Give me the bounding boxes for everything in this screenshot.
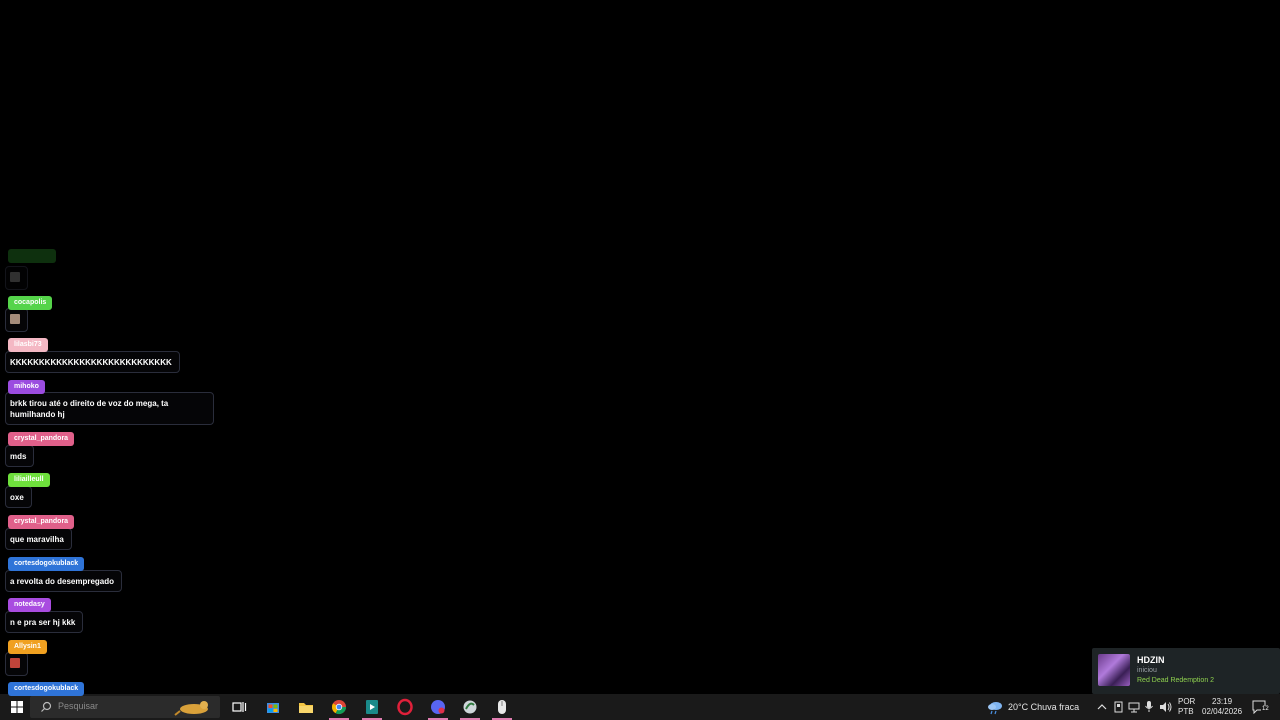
chrome-icon[interactable] <box>330 698 348 716</box>
chat-message-bubble: mds <box>5 445 35 467</box>
chat-message-bubble: n e pra ser hj kkk <box>5 611 84 633</box>
chat-message-text: mds <box>10 452 27 461</box>
notification-action: iniciou <box>1137 667 1157 674</box>
weather-text[interactable]: 20°C Chuva fraca <box>1008 702 1079 712</box>
chat-message-text: a revolta do desempregado <box>10 577 115 586</box>
notification-name: HDZIN <box>1137 655 1165 665</box>
chat-username[interactable]: cocapolis <box>8 296 53 310</box>
search-placeholder: Pesquisar <box>58 701 99 711</box>
usb-device-icon[interactable] <box>1113 701 1124 713</box>
chat-emote-icon <box>10 314 20 324</box>
chat-message-bubble: brkk tirou até o direito de voz do mega,… <box>5 392 214 425</box>
speaker-volume-icon[interactable] <box>1159 701 1172 713</box>
mouse-app-icon[interactable] <box>493 698 511 716</box>
microphone-icon[interactable] <box>1144 700 1154 713</box>
taskbar-search-box[interactable]: Pesquisar <box>30 696 220 718</box>
chat-username[interactable]: crystal_pandora <box>8 432 75 446</box>
chat-message-text: KKKKKKKKKKKKKKKKKKKKKKKKKKKK <box>10 358 172 367</box>
chat-message: cortesdogokublack a revolta do desemprega… <box>5 552 123 592</box>
chat-message-text: n e pra ser hj kkk <box>10 618 76 627</box>
chat-emote-icon <box>10 658 20 668</box>
messenger-app-icon[interactable] <box>429 698 447 716</box>
chat-message <box>5 249 56 290</box>
notification-count-badge: 12 <box>1261 706 1270 712</box>
chat-message-bubble <box>5 308 28 332</box>
stream-notification[interactable]: HDZIN iniciou Red Dead Redemption 2 <box>1092 648 1280 694</box>
media-app-icon[interactable] <box>363 698 381 716</box>
chat-username[interactable]: liliailleull <box>8 473 50 487</box>
chat-message-bubble: que maravilha <box>5 528 72 550</box>
chat-message-bubble: oxe <box>5 486 32 508</box>
network-icon[interactable] <box>1128 701 1140 713</box>
cat-search-highlight-icon <box>174 701 208 716</box>
task-view-icon[interactable] <box>230 698 248 716</box>
microsoft-store-icon[interactable] <box>264 698 282 716</box>
chat-message-text: brkk tirou até o direito de voz do mega,… <box>10 399 169 419</box>
chat-message-bubble: KKKKKKKKKKKKKKKKKKKKKKKKKKKK <box>5 351 180 373</box>
chevron-up-icon[interactable] <box>1097 702 1107 712</box>
notification-game: Red Dead Redemption 2 <box>1137 677 1215 684</box>
chat-message: liliailleull oxe <box>5 468 50 508</box>
chat-username[interactable]: mihoko <box>8 380 45 394</box>
chat-username[interactable]: Allysin1 <box>8 640 47 654</box>
opera-icon[interactable] <box>396 698 414 716</box>
chat-message: notedasy n e pra ser hj kkk <box>5 593 84 633</box>
chat-message: cocapolis <box>5 291 53 332</box>
windows-start-icon[interactable] <box>8 698 26 716</box>
clock-date[interactable]: 02/04/2026 <box>1202 707 1242 716</box>
chat-message: Allysin1 <box>5 635 47 676</box>
clock-time[interactable]: 23:19 <box>1212 697 1232 706</box>
chat-message: crystal_pandoramds <box>5 427 75 467</box>
chat-username[interactable]: cortesdogokublack <box>8 682 85 696</box>
chat-username[interactable]: notedasy <box>8 598 51 612</box>
chat-username[interactable] <box>8 249 56 263</box>
taskbar: Pesquisar 20°C Chuva fraca POR PTB 23:19… <box>0 694 1280 720</box>
chat-message: crystal_pandoraque maravilha <box>5 510 75 550</box>
chat-emote-icon <box>10 272 20 282</box>
notification-avatar <box>1098 654 1130 686</box>
search-icon <box>41 701 52 712</box>
chat-message-text: oxe <box>10 493 24 502</box>
chat-username[interactable]: crystal_pandora <box>8 515 75 529</box>
game-app-icon[interactable] <box>461 698 479 716</box>
chat-username[interactable]: lilasbi73 <box>8 338 48 352</box>
chat-message-bubble <box>5 266 28 290</box>
chat-message: lilasbi73 KKKKKKKKKKKKKKKKKKKKKKKKKKKK <box>5 333 180 373</box>
chat-message: mihoko brkk tirou até o direito de voz do… <box>5 375 214 425</box>
keyboard-layout[interactable]: PTB <box>1178 707 1194 716</box>
chat-message-bubble <box>5 652 28 676</box>
file-explorer-icon[interactable] <box>297 698 315 716</box>
chat-message-text: que maravilha <box>10 535 64 544</box>
chat-overlay: cocapolis lilasbi73 KKKKKKKKKKKKKKKKKKKKKK… <box>0 0 400 717</box>
language-code[interactable]: POR <box>1178 697 1195 706</box>
chat-message-bubble: a revolta do desempregado <box>5 570 123 592</box>
weather-rain-icon[interactable] <box>986 699 1004 715</box>
chat-username[interactable]: cortesdogokublack <box>8 557 85 571</box>
